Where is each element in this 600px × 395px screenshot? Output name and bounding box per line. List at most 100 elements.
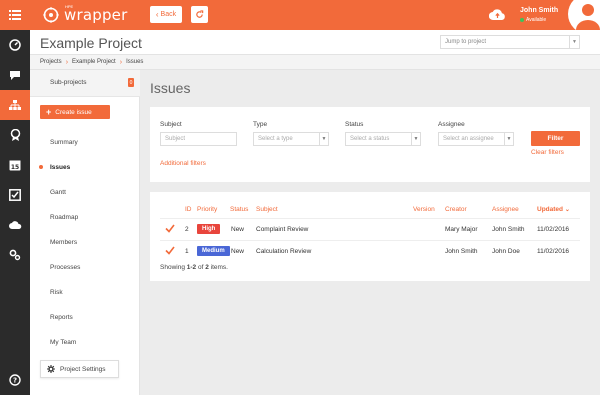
sidebar-item-roadmap[interactable]: Roadmap (30, 205, 140, 230)
issue-updated: 11/02/2016 (537, 248, 570, 255)
chevron-left-icon: ‹ (155, 10, 159, 19)
assignee-filter-placeholder: Select an assignee (443, 136, 494, 142)
type-filter-select[interactable]: Select a type ▼ (253, 132, 329, 146)
filter-panel: Subject Subject Type Select a type ▼ Sta… (150, 107, 590, 182)
status-filter-select[interactable]: Select a status ▼ (345, 132, 421, 146)
breadcrumb-projects[interactable]: Projects (40, 59, 62, 65)
sidebar-item-my-team[interactable]: My Team (30, 330, 140, 355)
col-header-version[interactable]: Version (413, 206, 435, 213)
subject-filter-input[interactable]: Subject (160, 132, 237, 146)
chevron-right-icon: › (119, 58, 123, 66)
logo-text: wrapper (64, 6, 128, 24)
calendar-icon[interactable]: 15 (0, 150, 30, 180)
svg-text:15: 15 (11, 164, 19, 171)
project-sidebar: Sub-projects 0 + Create issue Summary Is… (30, 70, 140, 395)
col-header-updated[interactable]: Updated ⌄ (537, 206, 570, 213)
cloud-upload-icon[interactable] (488, 8, 506, 23)
sort-desc-icon: ⌄ (564, 207, 570, 213)
check-icon[interactable] (165, 246, 175, 255)
sidebar-item-members[interactable]: Members (30, 230, 140, 255)
sidebar-item-issues[interactable]: Issues (30, 155, 140, 180)
col-header-assignee[interactable]: Assignee (492, 206, 519, 213)
project-settings-button[interactable]: Project Settings (40, 360, 119, 378)
showing-total: 2 (205, 264, 209, 271)
left-rail: 15 ? (0, 0, 30, 395)
col-header-status[interactable]: Status (230, 206, 248, 213)
issue-status: New (231, 248, 245, 255)
sidebar-item-gantt[interactable]: Gantt (30, 180, 140, 205)
projects-icon[interactable] (0, 90, 30, 120)
jump-to-project-select[interactable]: Jump to project ▼ (440, 35, 580, 49)
sub-projects-count-badge: 0 (128, 78, 134, 87)
issue-assignee: John Smith (492, 226, 525, 233)
refresh-button[interactable] (191, 6, 208, 23)
table-row[interactable]: 1 Medium New Calculation Review John Smi… (150, 240, 590, 262)
filter-button[interactable]: Filter (531, 131, 580, 146)
create-issue-button[interactable]: + Create issue (40, 105, 110, 119)
col-header-id[interactable]: ID (185, 206, 192, 213)
showing-of: of (197, 264, 204, 271)
issue-id: 1 (185, 248, 189, 255)
sub-projects-toggle[interactable]: Sub-projects 0 (30, 70, 140, 97)
col-header-priority[interactable]: Priority (197, 206, 217, 213)
breadcrumb-current: Issues (126, 59, 144, 65)
priority-badge: High (197, 224, 221, 234)
issue-creator: John Smith (445, 248, 478, 255)
chevron-right-icon: › (65, 58, 69, 66)
chevron-down-icon: ▼ (411, 133, 420, 145)
wrapper-logo[interactable]: HPE wrapper (42, 4, 128, 24)
issue-subject[interactable]: Calculation Review (256, 248, 311, 255)
plus-icon: + (46, 107, 52, 117)
issue-updated: 11/02/2016 (537, 226, 570, 233)
project-title: Example Project (40, 35, 142, 51)
user-status: Available (520, 17, 546, 23)
dashboard-icon[interactable] (0, 30, 30, 60)
chat-icon[interactable] (0, 60, 30, 90)
breadcrumb-project[interactable]: Example Project (72, 59, 116, 65)
help-icon[interactable]: ? (0, 365, 30, 395)
create-issue-label: Create issue (55, 108, 92, 116)
sidebar-item-reports[interactable]: Reports (30, 305, 140, 330)
back-button[interactable]: ‹ Back (150, 6, 182, 23)
hamburger-menu-icon[interactable] (0, 0, 30, 30)
assignee-filter-select[interactable]: Select an assignee ▼ (438, 132, 514, 146)
user-status-label: Available (526, 17, 547, 23)
showing-range: 1-2 (186, 264, 197, 271)
project-header: Example Project Jump to project ▼ (30, 30, 600, 55)
clear-filters-link[interactable]: Clear filters (531, 149, 564, 156)
breadcrumb: Projects › Example Project › Issues (30, 55, 600, 70)
cloud-icon[interactable] (0, 210, 30, 240)
sidebar-item-processes[interactable]: Processes (30, 255, 140, 280)
col-header-subject[interactable]: Subject (256, 206, 278, 213)
gear-icon (47, 365, 55, 373)
sidebar-item-risk[interactable]: Risk (30, 280, 140, 305)
status-filter-label: Status (345, 121, 364, 128)
col-header-creator[interactable]: Creator (445, 206, 467, 213)
award-icon[interactable] (0, 120, 30, 150)
chevron-down-icon: ▼ (504, 133, 513, 145)
subject-filter-placeholder: Subject (165, 136, 186, 142)
issue-subject[interactable]: Complaint Review (256, 226, 308, 233)
issues-table: ID Priority Status Subject Version Creat… (150, 192, 590, 281)
project-settings-label: Project Settings (60, 365, 106, 373)
sidebar-item-summary[interactable]: Summary (30, 130, 140, 155)
jump-placeholder: Jump to project (445, 39, 487, 45)
chevron-down-icon: ▼ (319, 133, 328, 145)
table-row[interactable]: 2 High New Complaint Review Mary Major J… (150, 218, 590, 240)
settings-cogs-icon[interactable] (0, 240, 30, 270)
check-icon[interactable] (165, 224, 175, 233)
type-filter-placeholder: Select a type (258, 136, 293, 142)
showing-suffix: items. (210, 264, 228, 271)
status-filter-placeholder: Select a status (350, 136, 390, 142)
sub-projects-label: Sub-projects (50, 79, 87, 86)
svg-text:?: ? (13, 377, 17, 385)
back-label: Back (160, 11, 177, 18)
page-title: Issues (150, 80, 191, 96)
user-name[interactable]: John Smith (520, 7, 558, 14)
subject-filter-label: Subject (160, 121, 182, 128)
assignee-filter-label: Assignee (438, 121, 465, 128)
checklist-icon[interactable] (0, 180, 30, 210)
status-dot-icon (520, 18, 524, 22)
additional-filters-link[interactable]: Additional filters (160, 160, 206, 167)
avatar[interactable] (566, 0, 600, 30)
